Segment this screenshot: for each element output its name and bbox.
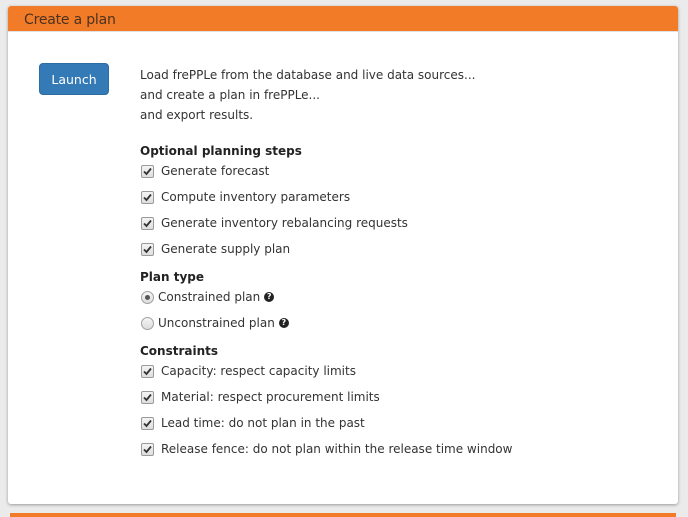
checkmark-icon [143, 419, 152, 428]
description: Load frePPLe from the database and live … [140, 65, 660, 125]
optional-steps-title: Optional planning steps [140, 144, 302, 158]
checkbox[interactable] [141, 365, 154, 378]
plan-type-title: Plan type [140, 270, 205, 284]
checkmark-icon [143, 367, 152, 376]
checkmark-icon [143, 219, 152, 228]
radio-unconstrained-plan[interactable]: Unconstrained plan ? [140, 313, 660, 339]
checkbox-label: Generate supply plan [161, 242, 291, 256]
checkbox-generate-rebalancing-requests[interactable]: Generate inventory rebalancing requests [140, 213, 660, 239]
description-line: Load frePPLe from the database and live … [140, 68, 476, 82]
constraints-title: Constraints [140, 344, 219, 358]
optional-steps-list: Generate forecast Compute inventory para… [140, 161, 660, 265]
checkbox-label: Generate inventory rebalancing requests [161, 216, 408, 230]
checkbox-label: Lead time: do not plan in the past [161, 416, 365, 430]
radio-label: Unconstrained plan [158, 316, 275, 330]
radio-constrained-plan[interactable]: Constrained plan ? [140, 287, 660, 313]
checkbox-label: Capacity: respect capacity limits [161, 364, 356, 378]
plan-type-list: Constrained plan ? Unconstrained plan ? [140, 287, 660, 339]
description-line: and export results. [140, 108, 254, 122]
checkbox[interactable] [141, 243, 154, 256]
checkbox-label: Generate forecast [161, 164, 270, 178]
radio-button[interactable] [141, 291, 154, 304]
checkbox[interactable] [141, 165, 154, 178]
checkmark-icon [143, 245, 152, 254]
checkbox[interactable] [141, 443, 154, 456]
description-line: and create a plan in frePPLe... [140, 88, 320, 102]
checkbox-capacity[interactable]: Capacity: respect capacity limits [140, 361, 660, 387]
checkbox-label: Release fence: do not plan within the re… [161, 442, 513, 456]
checkbox-compute-inventory-parameters[interactable]: Compute inventory parameters [140, 187, 660, 213]
checkbox[interactable] [141, 417, 154, 430]
checkmark-icon [143, 445, 152, 454]
launch-button[interactable]: Launch [39, 63, 109, 95]
checkmark-icon [143, 167, 152, 176]
create-plan-panel: Create a plan Launch Load frePPLe from t… [8, 6, 678, 504]
constraints-list: Capacity: respect capacity limits Materi… [140, 361, 660, 465]
checkbox-generate-supply-plan[interactable]: Generate supply plan [140, 239, 660, 265]
checkbox-release-fence[interactable]: Release fence: do not plan within the re… [140, 439, 660, 465]
checkbox-lead-time[interactable]: Lead time: do not plan in the past [140, 413, 660, 439]
question-circle-icon[interactable]: ? [264, 292, 275, 302]
checkbox[interactable] [141, 191, 154, 204]
checkbox-material[interactable]: Material: respect procurement limits [140, 387, 660, 413]
checkbox-label: Compute inventory parameters [161, 190, 351, 204]
checkmark-icon [143, 193, 152, 202]
panel-heading: Create a plan [8, 6, 678, 32]
checkbox-generate-forecast[interactable]: Generate forecast [140, 161, 660, 187]
plan-options: Load frePPLe from the database and live … [140, 65, 660, 465]
checkbox[interactable] [141, 217, 154, 230]
panel-title: Create a plan [24, 12, 116, 28]
radio-button[interactable] [141, 317, 154, 330]
radio-label: Constrained plan [158, 290, 261, 304]
question-circle-icon[interactable]: ? [278, 318, 289, 328]
checkbox[interactable] [141, 391, 154, 404]
checkbox-label: Material: respect procurement limits [161, 390, 380, 404]
checkmark-icon [143, 393, 152, 402]
